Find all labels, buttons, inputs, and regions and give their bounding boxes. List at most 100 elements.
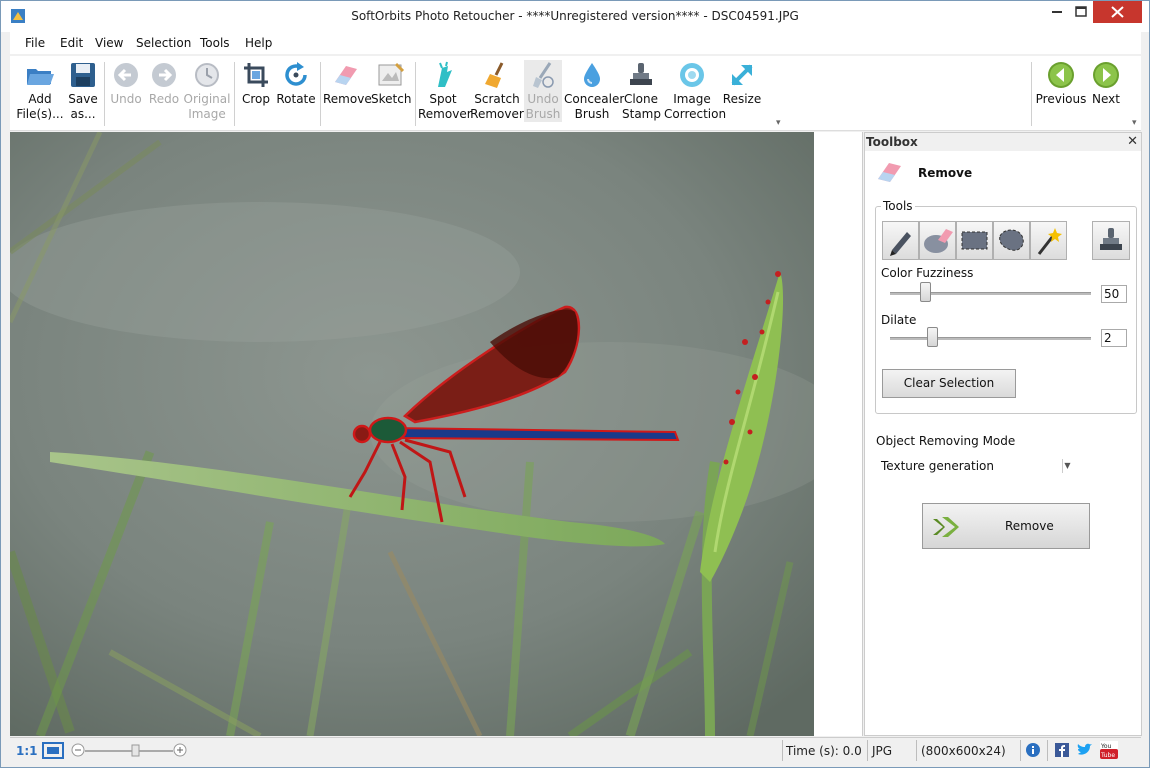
- crop-button[interactable]: Crop: [239, 60, 273, 107]
- active-tool-header: Remove: [865, 153, 1141, 193]
- toolbar-overflow-icon[interactable]: ▾: [776, 118, 781, 128]
- maximize-button[interactable]: [1068, 1, 1094, 23]
- menu-view[interactable]: View: [95, 36, 123, 50]
- image-canvas[interactable]: [10, 132, 863, 736]
- menu-help[interactable]: Help: [245, 36, 272, 50]
- add-files-button[interactable]: Add File(s)...: [16, 60, 64, 122]
- lasso-tool-button[interactable]: [993, 221, 1030, 260]
- menu-edit[interactable]: Edit: [60, 36, 83, 50]
- clone-stamp-label: Clone Stamp: [622, 92, 661, 121]
- menu-tools[interactable]: Tools: [200, 36, 230, 50]
- toolbox-close-icon[interactable]: ✕: [1127, 134, 1138, 149]
- remove-button-label: Remove: [1005, 519, 1054, 533]
- lasso-eraser-tool-button[interactable]: [919, 221, 956, 260]
- color-fuzziness-value[interactable]: 50: [1101, 285, 1127, 303]
- dilate-slider-thumb[interactable]: [927, 327, 938, 347]
- clear-selection-button[interactable]: Clear Selection: [882, 369, 1016, 398]
- crop-label: Crop: [241, 92, 270, 106]
- add-files-label: Add File(s)...: [16, 92, 64, 121]
- dilate-value[interactable]: 2: [1101, 329, 1127, 347]
- eraser-icon: [335, 66, 357, 85]
- undo-arrow-icon: [114, 63, 138, 87]
- spot-remover-label: Spot Remover: [418, 92, 472, 121]
- menu-file[interactable]: File: [25, 36, 45, 50]
- remove-tool-button[interactable]: Remove: [323, 60, 372, 107]
- image-dimensions: (800x600x24): [921, 744, 1006, 758]
- crop-icon: [244, 63, 268, 87]
- fit-window-icon[interactable]: [42, 742, 64, 759]
- minimize-button[interactable]: [1044, 1, 1070, 23]
- zoom-slider[interactable]: [70, 743, 190, 758]
- zoom-actual-size-button[interactable]: 1:1: [16, 744, 38, 758]
- undo-brush-icon: [533, 62, 554, 88]
- broom-icon: [485, 62, 504, 88]
- twitter-icon[interactable]: [1077, 743, 1093, 757]
- save-as-button[interactable]: Save as...: [66, 60, 100, 122]
- nav-overflow-icon[interactable]: ▾: [1132, 118, 1137, 128]
- redo-label: Redo: [148, 92, 180, 106]
- chevron-down-icon[interactable]: ▼: [1062, 459, 1072, 473]
- undo-brush-button[interactable]: Undo Brush: [524, 60, 562, 122]
- toolbox-header: Toolbox ✕: [865, 133, 1141, 151]
- main-toolbar: Add File(s)... Save as... Undo Redo Orig…: [10, 56, 1141, 131]
- info-icon[interactable]: [1025, 742, 1041, 758]
- stamp-tool-button[interactable]: [1092, 221, 1130, 260]
- original-image-label: Original Image: [183, 92, 231, 121]
- active-tool-name: Remove: [918, 166, 973, 180]
- photo-dragonfly[interactable]: [10, 132, 814, 736]
- redo-arrow-icon: [152, 63, 176, 87]
- drop-icon: [584, 63, 600, 87]
- lasso-icon: [999, 229, 1024, 251]
- image-format: JPG: [872, 744, 893, 758]
- menu-selection[interactable]: Selection: [136, 36, 191, 50]
- pencil-tool-button[interactable]: [882, 221, 919, 260]
- undo-brush-label: Undo Brush: [525, 92, 561, 121]
- folder-open-icon: [27, 69, 54, 85]
- status-bar: 1:1 Time (s): 0.0 JPG (800x600x24) You T: [10, 737, 1141, 762]
- app-window: SoftOrbits Photo Retoucher - ****Unregis…: [0, 0, 1150, 768]
- resize-button[interactable]: Resize: [722, 60, 762, 107]
- close-window-button[interactable]: [1093, 1, 1142, 23]
- color-fuzziness-slider-thumb[interactable]: [920, 282, 931, 302]
- previous-button[interactable]: Previous: [1035, 60, 1087, 107]
- scratch-remover-button[interactable]: Scratch Remover: [470, 60, 524, 122]
- menu-bar: File Edit View Selection Tools Help: [10, 32, 1141, 54]
- next-label: Next: [1092, 92, 1120, 106]
- next-arrow-icon: [1093, 62, 1119, 88]
- scratch-remover-label: Scratch Remover: [470, 92, 524, 121]
- undo-button[interactable]: Undo: [109, 60, 143, 107]
- youtube-icon[interactable]: You Tube: [1100, 741, 1118, 759]
- magic-wand-tool-button[interactable]: [1030, 221, 1067, 260]
- rectangle-select-tool-button[interactable]: [956, 221, 993, 260]
- next-button[interactable]: Next: [1088, 60, 1124, 107]
- remove-button[interactable]: Remove: [922, 503, 1090, 549]
- removing-mode-select[interactable]: Texture generation: [876, 455, 1076, 477]
- stamp-icon: [1100, 228, 1122, 250]
- correction-gear-icon: [680, 63, 704, 87]
- toolbox-panel: Toolbox ✕ Remove Tools Color Fuzziness 5…: [864, 132, 1142, 736]
- redo-button[interactable]: Redo: [147, 60, 181, 107]
- pencil-icon: [890, 232, 911, 256]
- processing-time: Time (s): 0.0: [786, 744, 862, 758]
- concealer-brush-button[interactable]: Concealer Brush: [564, 60, 624, 122]
- removing-mode-label: Object Removing Mode: [876, 434, 1016, 448]
- undo-label: Undo: [110, 92, 142, 106]
- previous-arrow-icon: [1048, 62, 1074, 88]
- sketch-icon: [378, 62, 405, 86]
- resize-arrows-icon: [731, 64, 753, 86]
- stamp-icon: [630, 63, 652, 85]
- window-title: SoftOrbits Photo Retoucher - ****Unregis…: [351, 9, 799, 23]
- facebook-icon[interactable]: [1055, 743, 1069, 757]
- original-image-button[interactable]: Original Image: [183, 60, 231, 122]
- tools-legend: Tools: [881, 199, 915, 213]
- image-correction-button[interactable]: Image Correction: [664, 60, 726, 122]
- spot-remover-button[interactable]: Spot Remover: [418, 60, 472, 122]
- resize-label: Resize: [722, 92, 762, 106]
- toolbox-title: Toolbox: [866, 135, 918, 149]
- dilate-label: Dilate: [881, 313, 917, 327]
- dilate-track[interactable]: [890, 337, 1091, 340]
- clone-stamp-button[interactable]: Clone Stamp: [622, 60, 661, 122]
- rotate-label: Rotate: [276, 92, 316, 106]
- rotate-button[interactable]: Rotate: [276, 60, 316, 107]
- sketch-button[interactable]: Sketch: [371, 60, 411, 107]
